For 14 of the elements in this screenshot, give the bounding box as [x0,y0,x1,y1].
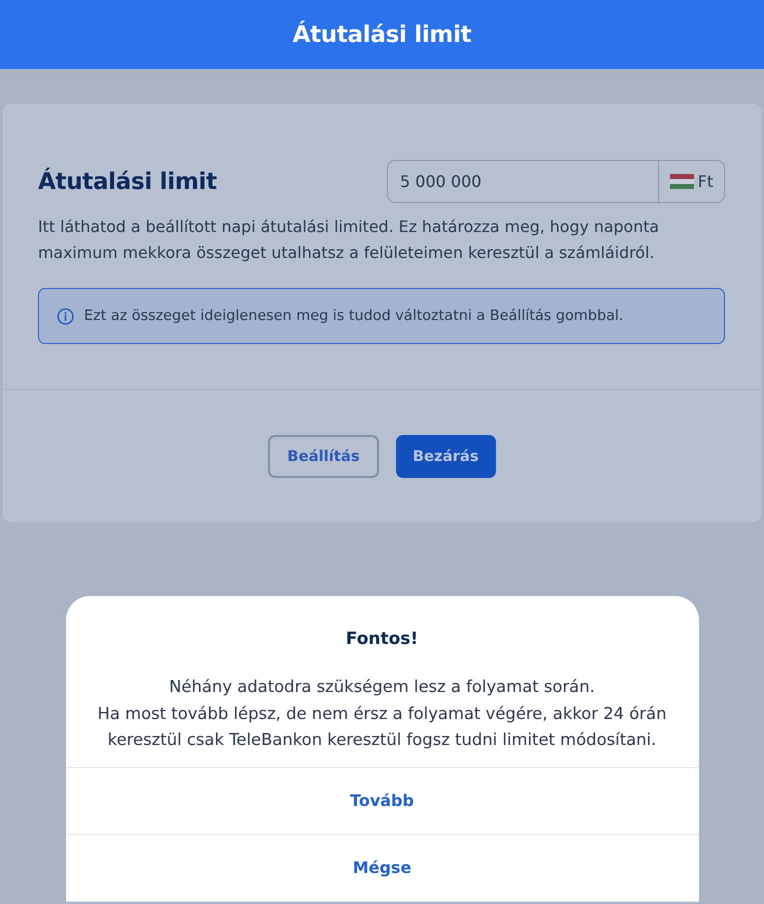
description-text: Itt láthatod a beállított napi átutalási limited. Ez határozza meg, hogy naponta maximum mekkora összeget utalhatsz a felületeimen keresztül a számláidról. [38,216,660,264]
currency-addon[interactable]: Ft [658,160,725,203]
card-title: Átutalási limit [38,168,217,194]
page-title: Átutalási limit [292,22,472,48]
flag-icon [670,174,694,189]
amount-input[interactable]: 5 000 000 [387,160,658,203]
settings-button[interactable]: Beállítás [268,435,379,478]
info-icon [57,308,74,324]
dialog-title: Fontos! [344,629,420,649]
dialog-message: Néhány adatodra szükségem lesz a folyamat során. [168,676,596,698]
close-button[interactable]: Bezárás [396,435,496,478]
dialog-message: Ha most tovább lépsz, de nem érsz a folyamat végére, akkor 24 órán keresztül csak TeleBankon keresztül fogsz tudni limitet módosítani. [96,702,668,751]
info-text: Ezt az összeget ideiglenesen meg is tudod változtatni a Beállítás gombbal. [84,308,624,324]
currency-label: Ft [698,172,714,191]
